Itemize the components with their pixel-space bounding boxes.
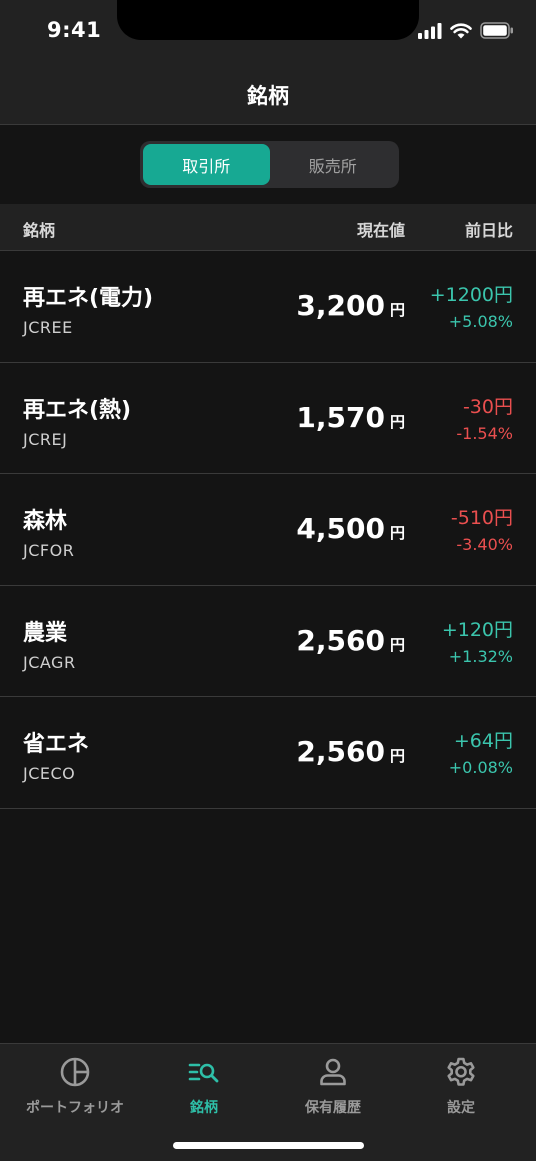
header-change: 前日比 [464,221,513,240]
price-unit: 円 [389,301,405,319]
tab-portfolio[interactable]: ポートフォリオ [8,1044,142,1124]
stock-price: 1,570 円 [296,401,405,434]
stock-change: +120円 +1.32% [442,618,513,669]
stock-list: 再エネ(電力) JCREE 3,200 円 +1200円 +5.08% 再エネ(… [0,251,536,809]
tab-settings[interactable]: 設定 [394,1044,528,1124]
stock-name: 省エネ [23,732,90,757]
stock-code: JCREJ [23,429,68,449]
tab-label: 銘柄 [190,1100,218,1116]
stock-change: +64円 +0.08% [449,729,513,780]
status-icons [418,22,514,43]
change-amount: +120円 [441,618,513,641]
stock-row[interactable]: 農業 JCAGR 2,560 円 +120円 +1.32% [0,585,536,697]
change-percent: -3.40% [456,535,513,554]
stock-change: -30円 -1.54% [456,395,513,446]
change-amount: +64円 [453,730,513,752]
person-icon [318,1055,348,1089]
stock-code: JCFOR [23,541,75,560]
tab-label: ポートフォリオ [26,1100,124,1116]
stock-row[interactable]: 再エネ(熱) JCREJ 1,570 円 -30円 -1.54% [0,362,536,474]
notch [117,0,419,40]
stock-code: JCAGR [23,652,76,672]
price-unit: 円 [389,747,405,765]
stock-name: 森林 [23,509,68,534]
app-screen: 9:41 銘柄 取引所 販売所 銘柄 現在値 前日比 再エネ(電力) JCREE… [0,0,536,1161]
price-value: 2,560 [296,735,385,768]
tab-label: 保有履歴 [305,1100,361,1116]
stock-name: 再エネ(電力) [23,286,154,311]
change-percent: +1.32% [448,646,513,666]
navigation-bar: 銘柄 [0,62,536,125]
change-amount: -30円 [462,395,513,418]
gear-icon [445,1055,477,1089]
stock-price: 3,200 円 [296,289,405,322]
stock-row[interactable]: 森林 JCFOR 4,500 円 -510円 -3.40% [0,474,536,586]
tab-history[interactable]: 保有履歴 [266,1044,400,1124]
stock-change: +1200円 +5.08% [430,283,513,334]
battery-icon [480,22,514,43]
price-unit: 円 [389,635,405,654]
status-bar: 9:41 [0,0,536,62]
price-unit: 円 [389,412,405,431]
list-search-icon [188,1055,220,1089]
pie-chart-icon [59,1055,91,1089]
price-value: 4,500 [296,512,385,545]
segment-dealer[interactable]: 販売所 [270,144,397,185]
stock-row[interactable]: 省エネ JCECO 2,560 円 +64円 +0.08% [0,697,536,809]
market-segmented-control: 取引所 販売所 [140,141,399,188]
stock-code: JCECO [23,764,76,783]
segment-exchange[interactable]: 取引所 [143,144,270,185]
tab-stocks[interactable]: 銘柄 [137,1044,271,1124]
stock-price: 2,560 円 [296,735,405,768]
change-amount: -510円 [450,507,513,529]
tab-bar: ポートフォリオ 銘柄 保有履歴 設定 [0,1043,536,1161]
stock-code: JCREE [23,318,73,337]
change-percent: +5.08% [448,312,513,331]
price-unit: 円 [389,524,405,542]
stock-row[interactable]: 再エネ(電力) JCREE 3,200 円 +1200円 +5.08% [0,251,536,363]
price-value: 1,570 [296,400,385,434]
price-value: 3,200 [296,289,385,322]
stock-name: 再エネ(熱) [23,397,132,423]
stock-change: -510円 -3.40% [451,506,513,557]
home-indicator [173,1142,364,1149]
header-name: 銘柄 [23,221,56,240]
stock-price: 4,500 円 [296,512,405,545]
change-percent: -1.54% [456,423,513,443]
status-time: 9:41 [47,18,102,42]
list-header: 銘柄 現在値 前日比 [0,204,536,251]
page-title: 銘柄 [247,84,289,108]
change-percent: +0.08% [448,758,513,777]
signal-icon [418,22,442,43]
stock-name: 農業 [23,620,68,646]
segment-area: 取引所 販売所 [0,126,536,204]
header-price: 現在値 [356,221,405,240]
wifi-icon [450,22,472,43]
change-amount: +1200円 [429,284,513,306]
tab-label: 設定 [447,1100,475,1116]
stock-price: 2,560 円 [296,624,405,657]
price-value: 2,560 [296,623,385,657]
